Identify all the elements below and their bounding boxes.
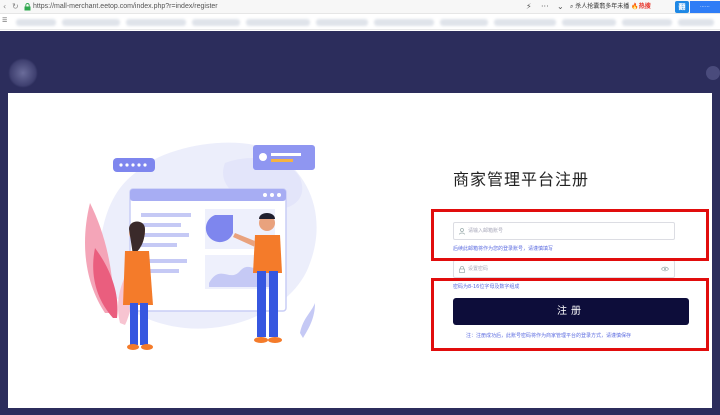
hot-search-tag: 🔥热搜 xyxy=(631,3,651,10)
password-field[interactable] xyxy=(453,260,675,278)
bookmarks-bar: ☰ xyxy=(0,15,720,30)
lock-icon[interactable] xyxy=(24,3,31,11)
search-text: 杀人抢囊翡多年未播 xyxy=(575,3,630,10)
bookmark-item[interactable] xyxy=(622,19,672,26)
bookmark-item[interactable] xyxy=(246,19,310,26)
back-icon[interactable]: ‹ xyxy=(3,2,6,12)
highlight-box-submit xyxy=(431,278,709,351)
lightning-icon[interactable]: ⚡ xyxy=(526,2,532,12)
search-box[interactable]: ⌕ 杀人抢囊翡多年未播 🔥热搜 xyxy=(570,1,675,13)
chevron-down-icon[interactable]: ⌄ xyxy=(557,2,564,12)
page-title: 商家管理平台注册 xyxy=(453,170,590,189)
decorative-orb xyxy=(8,58,38,88)
bookmark-item[interactable] xyxy=(440,19,488,26)
bookmark-item[interactable] xyxy=(16,19,56,26)
bookmark-item[interactable] xyxy=(192,19,240,26)
lock-icon xyxy=(459,266,465,273)
bookmark-item[interactable] xyxy=(678,19,714,26)
browser-toolbar: ‹ ↻ https://mall-merchant.eetop.com/inde… xyxy=(0,0,720,14)
password-input[interactable] xyxy=(468,261,658,277)
bookmark-item[interactable] xyxy=(316,19,368,26)
register-illustration xyxy=(85,142,317,350)
address-bar[interactable]: https://mall-merchant.eetop.com/index.ph… xyxy=(33,2,218,12)
refresh-icon[interactable]: ↻ xyxy=(12,2,19,12)
bookmark-item[interactable] xyxy=(126,19,186,26)
translate-extension-icon[interactable]: 翻 xyxy=(675,1,689,13)
extension-button[interactable]: ⋯⋯ xyxy=(690,1,720,13)
decorative-orb xyxy=(706,66,720,80)
bookmark-item[interactable] xyxy=(374,19,434,26)
bookmark-item[interactable] xyxy=(494,19,556,26)
bookmark-item[interactable] xyxy=(62,19,120,26)
highlight-box-email xyxy=(431,209,709,261)
more-icon[interactable]: ··· xyxy=(541,2,549,12)
search-icon: ⌕ xyxy=(570,3,574,10)
bookmark-item[interactable] xyxy=(562,19,616,26)
bookmark-menu-icon[interactable]: ☰ xyxy=(2,17,7,24)
eye-icon[interactable] xyxy=(661,266,669,272)
